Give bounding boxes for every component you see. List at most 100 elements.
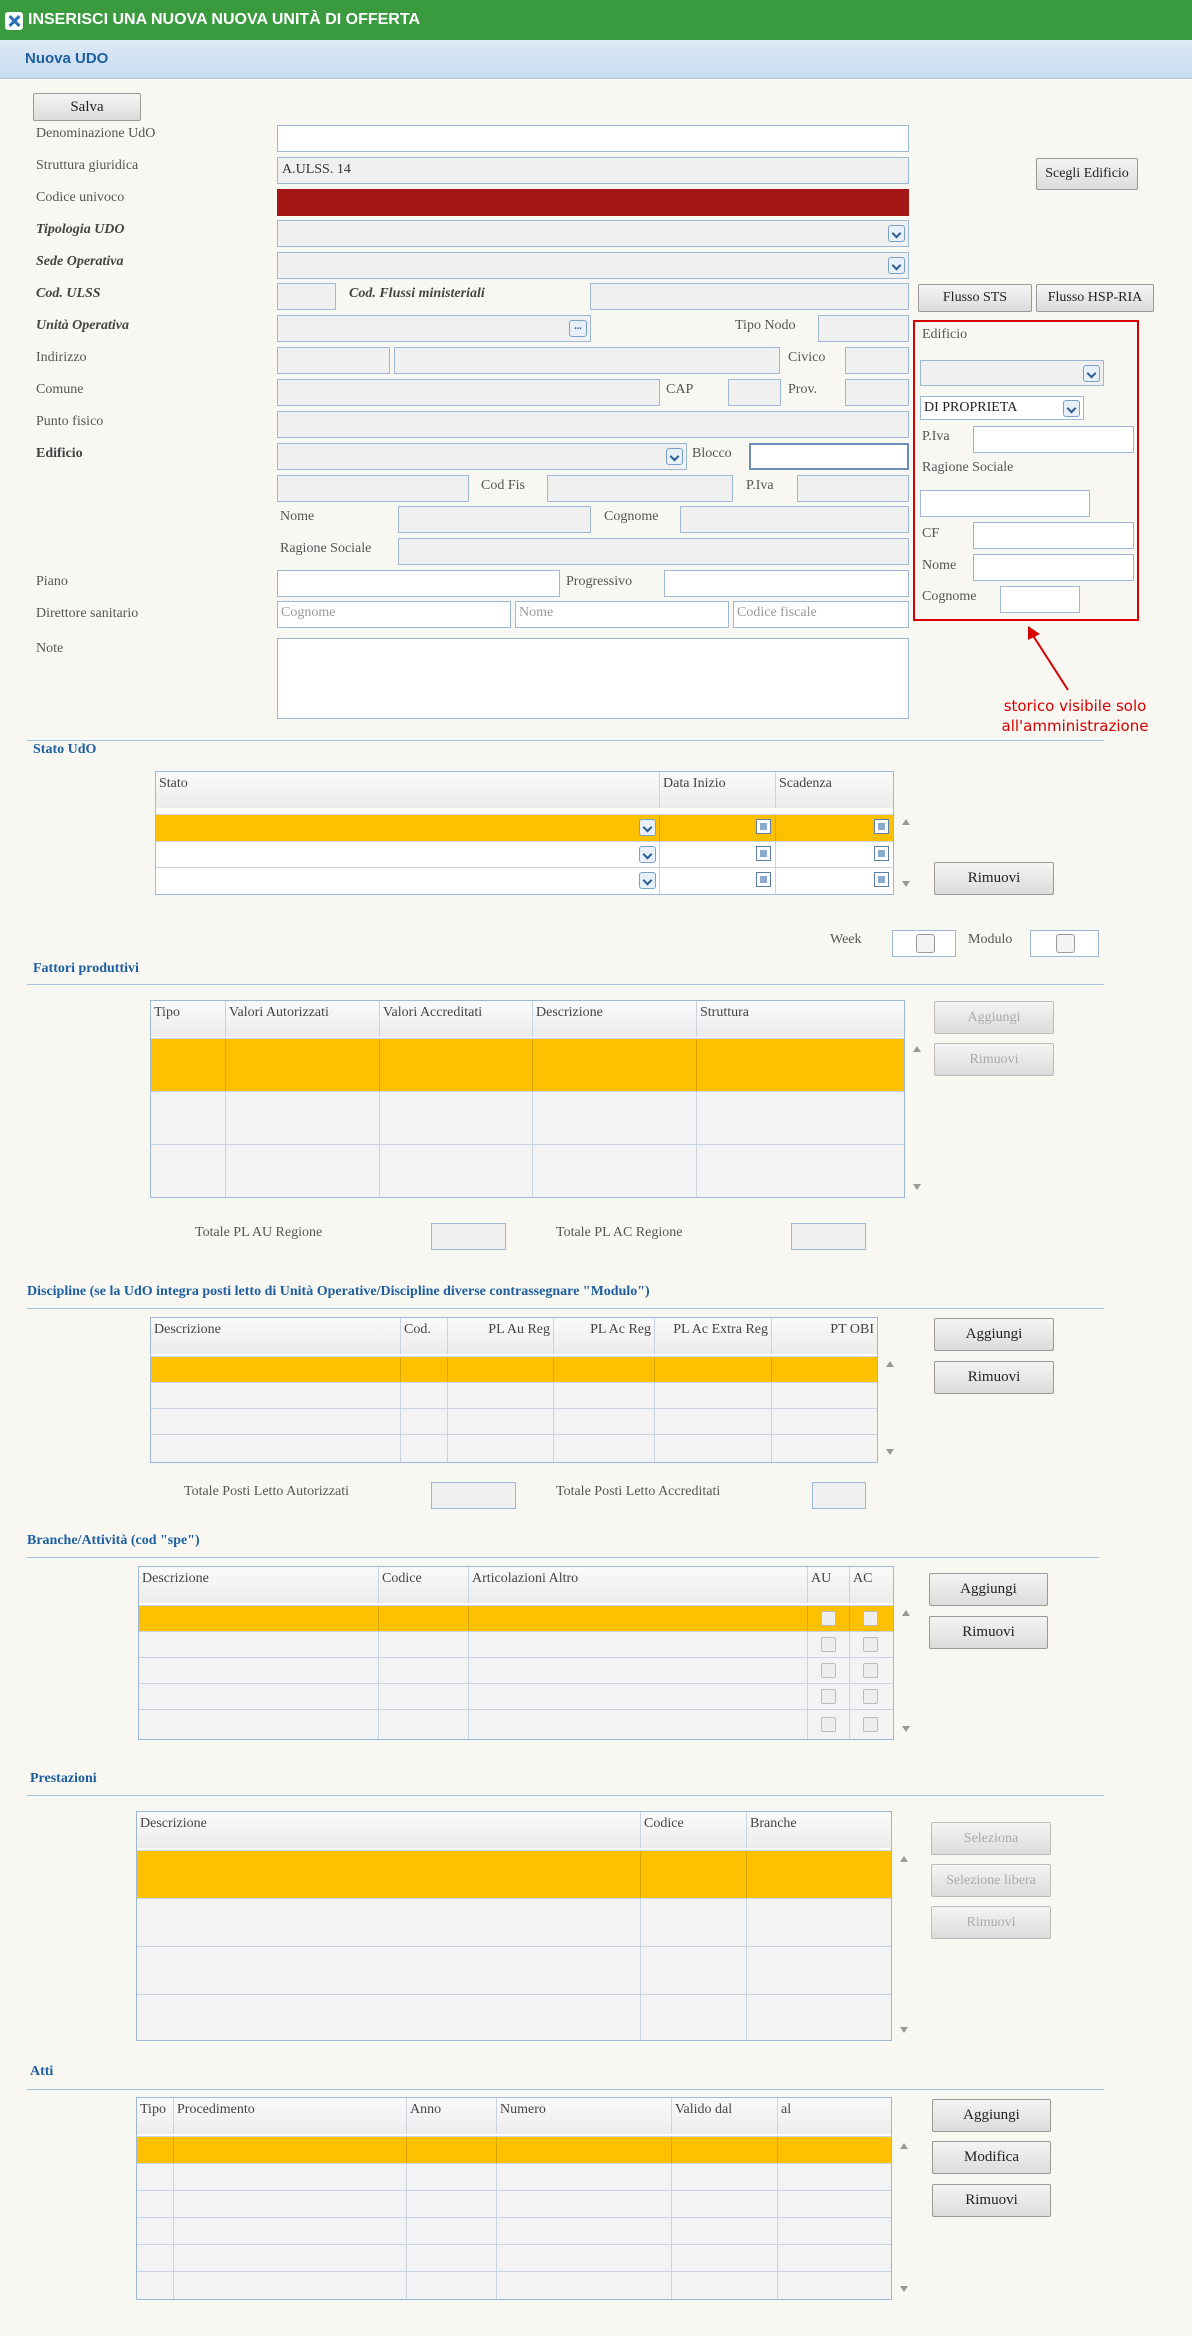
table-row[interactable] xyxy=(139,1605,893,1631)
scrollbar[interactable] xyxy=(898,813,914,893)
table-row[interactable] xyxy=(156,867,893,894)
column-header[interactable]: Scadenza xyxy=(776,772,893,808)
column-header[interactable]: Codice xyxy=(379,1567,469,1603)
column-header[interactable]: Descrizione xyxy=(139,1567,379,1603)
table-row[interactable] xyxy=(151,1434,877,1462)
column-header[interactable]: Descrizione xyxy=(137,1812,641,1848)
column-header[interactable]: PL Ac Extra Reg xyxy=(655,1318,772,1354)
atti-edit-button[interactable]: Modifica xyxy=(932,2141,1051,2174)
column-header[interactable]: Anno xyxy=(407,2098,497,2134)
discipline-grid[interactable]: Descrizione Cod. PL Au Reg PL Ac Reg PL … xyxy=(150,1317,878,1463)
table-row[interactable] xyxy=(139,1709,893,1739)
cod-flussi-input[interactable] xyxy=(590,283,909,310)
chevron-down-icon[interactable] xyxy=(666,448,683,465)
side-piva-input[interactable] xyxy=(973,426,1134,453)
calendar-icon[interactable] xyxy=(756,846,771,861)
punto-fisico-input[interactable] xyxy=(277,411,909,438)
au-checkbox[interactable] xyxy=(821,1717,836,1732)
calendar-icon[interactable] xyxy=(874,819,889,834)
scroll-down-icon[interactable] xyxy=(900,2286,908,2292)
column-header[interactable]: Numero xyxy=(497,2098,672,2134)
table-row[interactable] xyxy=(139,1657,893,1683)
prestazioni-grid[interactable]: Descrizione Codice Branche xyxy=(136,1811,892,2041)
table-row[interactable] xyxy=(137,1850,891,1898)
cognome-input[interactable] xyxy=(680,506,909,533)
chevron-down-icon[interactable] xyxy=(1063,400,1080,417)
save-button[interactable]: Salva xyxy=(33,93,141,121)
column-header[interactable]: Struttura xyxy=(697,1001,904,1037)
calendar-icon[interactable] xyxy=(756,872,771,887)
column-header[interactable]: Branche xyxy=(747,1812,891,1848)
note-textarea[interactable] xyxy=(277,638,909,719)
progressivo-input[interactable] xyxy=(664,570,909,597)
scrollbar[interactable] xyxy=(909,1040,925,1196)
table-row[interactable] xyxy=(151,1038,904,1091)
side-edificio-select[interactable] xyxy=(920,360,1104,386)
table-row[interactable] xyxy=(156,814,893,841)
branche-grid[interactable]: Descrizione Codice Articolazioni Altro A… xyxy=(138,1566,894,1740)
scrollbar[interactable] xyxy=(882,1355,898,1461)
scroll-down-icon[interactable] xyxy=(886,1449,894,1455)
scroll-down-icon[interactable] xyxy=(900,2027,908,2033)
scroll-up-icon[interactable] xyxy=(902,819,910,825)
edificio-select[interactable] xyxy=(277,443,687,470)
scroll-up-icon[interactable] xyxy=(913,1046,921,1052)
table-row[interactable] xyxy=(139,1631,893,1657)
chevron-down-icon[interactable] xyxy=(1083,365,1100,382)
selezione-libera-button[interactable]: Selezione libera xyxy=(931,1864,1051,1897)
column-header[interactable]: PL Au Reg xyxy=(448,1318,554,1354)
au-checkbox[interactable] xyxy=(821,1689,836,1704)
table-row[interactable] xyxy=(137,2217,891,2244)
scroll-down-icon[interactable] xyxy=(902,1726,910,1732)
comune-input[interactable] xyxy=(277,379,660,406)
scroll-down-icon[interactable] xyxy=(913,1184,921,1190)
column-header[interactable]: Descrizione xyxy=(533,1001,697,1037)
discipline-remove-button[interactable]: Rimuovi xyxy=(934,1361,1054,1394)
au-checkbox[interactable] xyxy=(821,1637,836,1652)
discipline-add-button[interactable]: Aggiungi xyxy=(934,1318,1054,1351)
indirizzo-input[interactable] xyxy=(394,347,780,374)
calendar-icon[interactable] xyxy=(874,872,889,887)
au-checkbox[interactable] xyxy=(821,1611,836,1626)
ragione-sociale-input[interactable] xyxy=(398,538,909,565)
fattori-grid[interactable]: Tipo Valori Autorizzati Valori Accredita… xyxy=(150,1000,905,1198)
fattori-remove-button[interactable]: Rimuovi xyxy=(934,1043,1054,1076)
piano-input[interactable] xyxy=(277,570,560,597)
column-header[interactable]: Descrizione xyxy=(151,1318,401,1354)
table-row[interactable] xyxy=(137,2190,891,2217)
branche-add-button[interactable]: Aggiungi xyxy=(929,1573,1048,1606)
column-header[interactable]: Articolazioni Altro xyxy=(469,1567,808,1603)
table-row[interactable] xyxy=(137,2136,891,2163)
prov-input[interactable] xyxy=(845,379,909,406)
chevron-down-icon[interactable] xyxy=(639,872,656,889)
table-row[interactable] xyxy=(151,1091,904,1144)
codice-input[interactable] xyxy=(277,189,909,216)
column-header[interactable]: Codice xyxy=(641,1812,747,1848)
atti-remove-button[interactable]: Rimuovi xyxy=(932,2184,1051,2217)
stato-grid[interactable]: Stato Data Inizio Scadenza xyxy=(155,771,894,895)
scroll-up-icon[interactable] xyxy=(900,1856,908,1862)
atti-add-button[interactable]: Aggiungi xyxy=(932,2099,1051,2132)
piva-input[interactable] xyxy=(797,475,909,502)
cod-fis-input[interactable] xyxy=(547,475,733,502)
au-checkbox[interactable] xyxy=(821,1663,836,1678)
table-row[interactable] xyxy=(151,1408,877,1434)
table-row[interactable] xyxy=(137,2271,891,2299)
table-row[interactable] xyxy=(137,2244,891,2271)
cap-input[interactable] xyxy=(728,379,781,406)
calendar-icon[interactable] xyxy=(874,846,889,861)
column-header[interactable]: Valido dal xyxy=(672,2098,778,2134)
table-row[interactable] xyxy=(139,1683,893,1709)
column-header[interactable]: Tipo xyxy=(137,2098,174,2134)
direttore-cognome-input[interactable]: Cognome xyxy=(277,601,511,628)
table-row[interactable] xyxy=(151,1382,877,1408)
column-header[interactable]: Cod. xyxy=(401,1318,448,1354)
close-icon[interactable] xyxy=(5,12,23,30)
ac-checkbox[interactable] xyxy=(863,1611,878,1626)
table-row[interactable] xyxy=(137,2163,891,2190)
seleziona-button[interactable]: Seleziona xyxy=(931,1822,1051,1855)
ac-checkbox[interactable] xyxy=(863,1637,878,1652)
direttore-cf-input[interactable]: Codice fiscale xyxy=(733,601,909,628)
column-header[interactable]: Stato xyxy=(156,772,660,808)
sede-select[interactable] xyxy=(277,252,909,279)
